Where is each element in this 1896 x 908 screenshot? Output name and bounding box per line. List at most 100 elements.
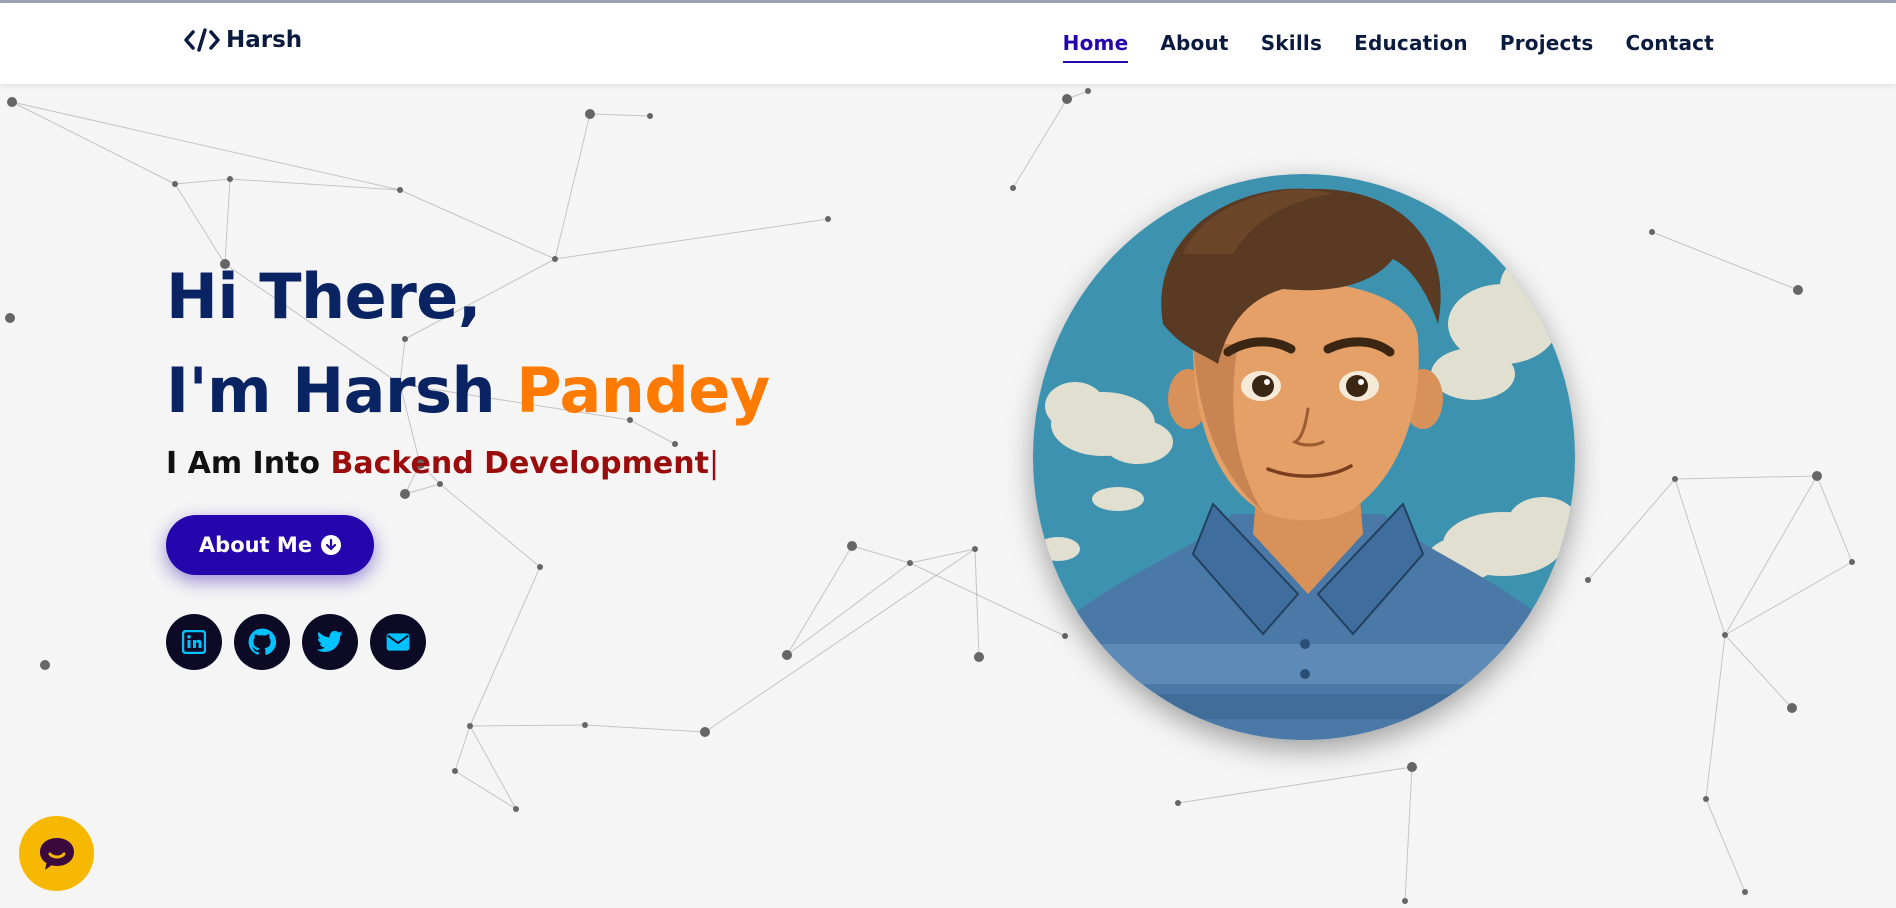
nav-about[interactable]: About: [1160, 31, 1228, 63]
typed-prefix: I Am Into: [166, 446, 331, 481]
network-node: [7, 97, 17, 107]
network-edge: [469, 724, 586, 727]
network-node: [1010, 185, 1016, 191]
particle-network-background: [5, 88, 1855, 904]
network-edge: [1724, 561, 1853, 636]
network-edge: [589, 113, 651, 117]
network-node: [1085, 88, 1091, 94]
network-node: [647, 113, 653, 119]
network-node: [537, 564, 543, 570]
network-edge: [1674, 475, 1818, 480]
network-edge: [1724, 475, 1818, 636]
github-icon: [248, 628, 276, 655]
network-node: [1062, 94, 1072, 104]
network-edge: [454, 770, 517, 810]
network-node: [782, 650, 792, 660]
envelope-icon: [386, 633, 410, 651]
network-edge: [454, 725, 471, 772]
nav-home[interactable]: Home: [1062, 31, 1129, 63]
brand-name: Harsh: [226, 27, 303, 53]
network-edge: [909, 562, 1066, 637]
network-node: [974, 652, 984, 662]
network-edge: [584, 724, 706, 733]
network-node: [5, 313, 15, 323]
network-node: [1062, 633, 1068, 639]
github-link[interactable]: [234, 614, 290, 670]
brand-logo[interactable]: Harsh: [184, 27, 302, 53]
network-edge: [1177, 766, 1413, 804]
network-node: [1402, 898, 1408, 904]
network-node: [1175, 800, 1181, 806]
network-edge: [1404, 766, 1413, 902]
nav-contact[interactable]: Contact: [1625, 31, 1714, 63]
typed-text: Backend Development: [330, 446, 709, 481]
network-edge: [974, 548, 980, 658]
network-node: [1793, 285, 1803, 295]
hero-intro-name: I'm Harsh: [166, 354, 517, 427]
network-edge: [439, 483, 541, 568]
nav-projects[interactable]: Projects: [1500, 31, 1594, 63]
twitter-link[interactable]: [302, 614, 358, 670]
about-me-label: About Me: [198, 533, 313, 557]
network-node: [825, 216, 831, 222]
network-edge: [1816, 475, 1853, 563]
network-edge: [469, 566, 541, 727]
network-node: [1672, 476, 1678, 482]
network-node: [452, 768, 458, 774]
network-node: [1649, 229, 1655, 235]
social-links: [166, 614, 438, 670]
network-node: [1407, 762, 1417, 772]
main-nav: Home About Skills Education Projects Con…: [1031, 31, 1714, 63]
nav-education[interactable]: Education: [1354, 31, 1468, 63]
network-node: [907, 560, 913, 566]
network-node: [513, 806, 519, 812]
network-node: [1742, 889, 1748, 895]
network-edge: [1587, 478, 1676, 581]
network-edge: [1705, 634, 1726, 800]
network-node: [1703, 796, 1709, 802]
network-node: [700, 727, 710, 737]
network-node: [400, 489, 410, 499]
avatar-illustration: [1033, 174, 1575, 740]
profile-avatar: [1033, 174, 1575, 740]
network-edge: [174, 178, 231, 185]
navbar: Harsh Home About Skills Education Projec…: [0, 3, 1896, 84]
network-node: [40, 660, 50, 670]
chat-bubble-icon: [39, 837, 74, 870]
hero-intro: I'm Harsh Pandey: [166, 344, 770, 438]
network-edge: [404, 483, 441, 495]
network-node: [172, 181, 178, 187]
linkedin-icon: [182, 630, 206, 654]
network-node: [437, 481, 443, 487]
email-link[interactable]: [370, 614, 426, 670]
code-icon: [184, 28, 220, 52]
arrow-circle-down-icon: [321, 535, 342, 555]
network-node: [1585, 577, 1591, 583]
network-node: [585, 109, 595, 119]
network-edge: [11, 101, 401, 191]
about-me-button[interactable]: About Me: [166, 515, 374, 575]
linkedin-link[interactable]: [166, 614, 222, 670]
hero-text: Hi There, I'm Harsh Pandey I Am Into Bac…: [166, 250, 770, 481]
network-edge: [1012, 98, 1068, 189]
network-node: [1849, 559, 1855, 565]
network-edge: [469, 725, 517, 810]
twitter-icon: [316, 630, 343, 652]
network-edge: [786, 562, 911, 656]
network-edge: [1705, 798, 1746, 893]
network-node: [972, 546, 978, 552]
network-edge: [1651, 231, 1799, 291]
network-node: [397, 187, 403, 193]
network-edge: [399, 189, 556, 260]
network-edge: [1674, 478, 1726, 636]
hero-intro-accent: Pandey: [516, 354, 770, 427]
typed-line: I Am Into Backend Development|: [166, 446, 770, 481]
chat-widget-button[interactable]: [19, 816, 94, 891]
network-edge: [851, 545, 911, 564]
network-node: [1787, 703, 1797, 713]
network-node: [1812, 471, 1822, 481]
network-edge: [704, 548, 976, 733]
network-node: [467, 723, 473, 729]
nav-skills[interactable]: Skills: [1261, 31, 1322, 63]
network-node: [847, 541, 857, 551]
